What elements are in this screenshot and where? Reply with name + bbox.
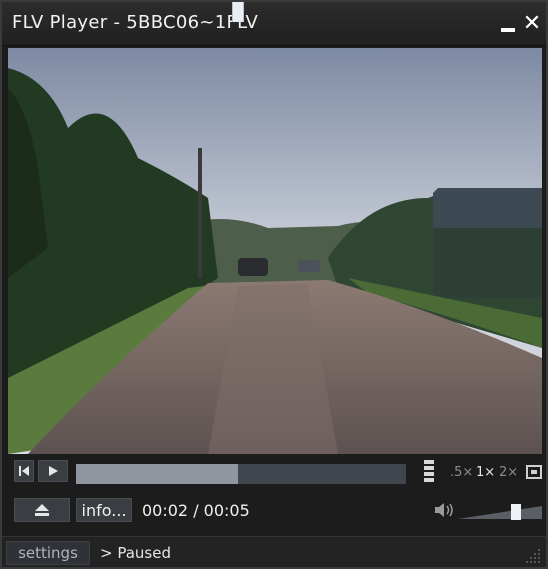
zoom-1x-option[interactable]: 1× <box>476 465 495 480</box>
close-icon[interactable]: ✕ <box>522 13 542 35</box>
video-frame[interactable] <box>8 48 542 454</box>
minimize-icon[interactable] <box>498 13 518 35</box>
seek-bar[interactable] <box>76 464 406 484</box>
time-display: 00:02 / 00:05 <box>142 501 250 520</box>
speaker-icon[interactable] <box>434 502 456 518</box>
flv-player-window: FLV Player - 5BBC06~1FLV ✕ .5× 1× 2× inf… <box>0 0 548 569</box>
previous-button[interactable] <box>14 460 34 482</box>
seek-handle[interactable] <box>231 2 244 22</box>
resize-grip-icon[interactable] <box>524 547 542 565</box>
open-file-button[interactable] <box>14 498 70 522</box>
title-bar[interactable]: FLV Player - 5BBC06~1FLV ✕ <box>2 2 546 46</box>
window-title: FLV Player - 5BBC06~1FLV <box>12 12 259 33</box>
zoom-half-option[interactable]: .5× <box>450 465 473 480</box>
fullscreen-icon[interactable] <box>526 465 542 479</box>
eject-icon <box>35 504 49 516</box>
skip-previous-icon <box>19 466 29 476</box>
play-icon <box>49 466 58 476</box>
volume-handle[interactable] <box>511 504 521 520</box>
buffer-level-icon <box>424 460 434 486</box>
zoom-2x-option[interactable]: 2× <box>499 465 518 480</box>
video-scene-image <box>8 48 542 454</box>
status-bar: settings > Paused <box>2 536 546 567</box>
volume-slider[interactable] <box>458 504 542 520</box>
play-button[interactable] <box>38 460 68 482</box>
playback-status: > Paused <box>100 544 171 562</box>
info-button[interactable]: info... <box>76 498 132 522</box>
seek-progress <box>76 464 238 484</box>
settings-button[interactable]: settings <box>6 541 90 565</box>
